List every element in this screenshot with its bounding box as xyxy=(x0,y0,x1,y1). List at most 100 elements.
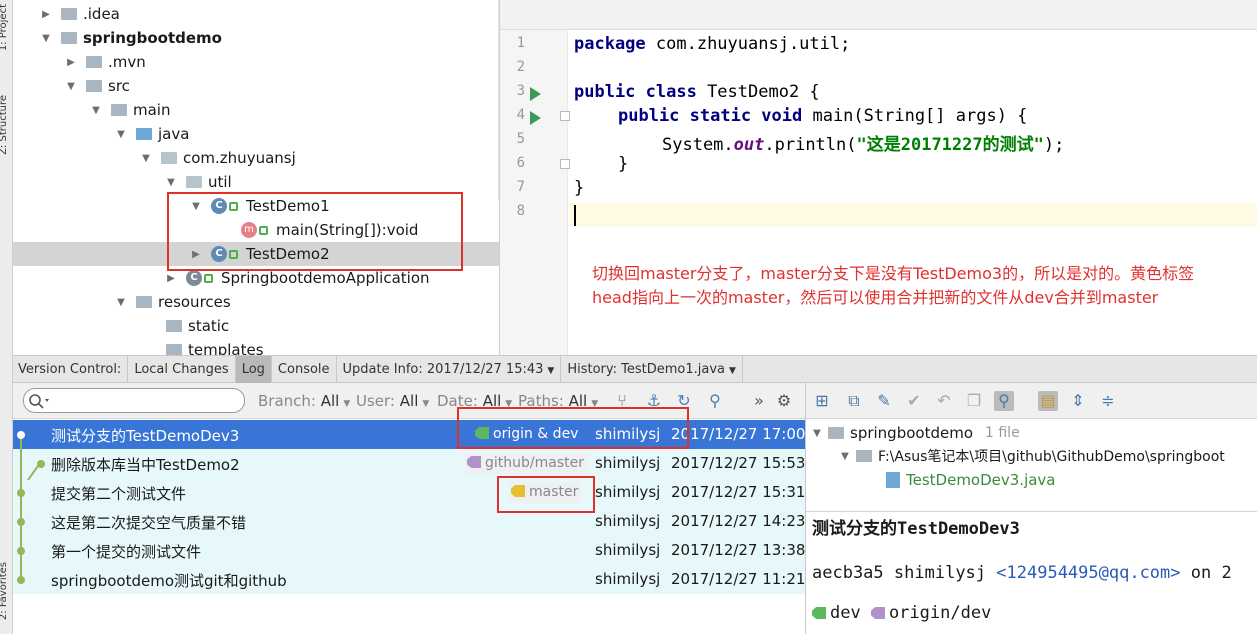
fold-marker-icon[interactable] xyxy=(560,159,570,169)
expand-arrow-icon[interactable]: ▶ xyxy=(41,9,51,20)
tree-row-main[interactable]: ▼ main xyxy=(13,98,499,122)
code-line-4[interactable]: public static void main(String[] args) { xyxy=(618,106,1027,126)
changed-file-row[interactable]: TestDemoDev3.java xyxy=(886,469,1056,491)
code-line-1[interactable]: package com.zhuyuansj.util; xyxy=(574,34,850,54)
branch-filter[interactable]: Branch: All ▼ xyxy=(258,392,350,410)
table-row[interactable]: springbootdemo测试git和github shimilysj 201… xyxy=(13,565,805,594)
expand-arrow-icon[interactable]: ▶ xyxy=(66,57,76,68)
structure-tool-tab[interactable]: Z: Structure xyxy=(0,95,9,155)
file-label: TestDemoDev3.java xyxy=(906,471,1056,489)
tag-icon xyxy=(870,607,885,619)
gear-icon[interactable]: ⚙ xyxy=(775,392,793,410)
tree-row-src[interactable]: ▼ src xyxy=(13,74,499,98)
preview-icon[interactable]: ⚲ xyxy=(994,391,1014,411)
code-line-7[interactable]: } xyxy=(574,178,584,198)
tree-label: main xyxy=(133,101,171,119)
code-line-6[interactable]: } xyxy=(618,154,628,174)
collapse-arrow-icon[interactable]: ▼ xyxy=(116,129,126,140)
project-tool-tab[interactable]: 1: Project xyxy=(0,4,9,51)
tree-row-springbootdemo[interactable]: ▼ springbootdemo xyxy=(13,26,499,50)
favorites-tool-tab[interactable]: 2: Favorites xyxy=(0,562,9,620)
line-number: 7 xyxy=(516,179,525,195)
tree-label: com.zhuyuansj xyxy=(183,149,296,167)
table-row[interactable]: 第一个提交的测试文件 shimilysj 2017/12/27 13:38 xyxy=(13,536,805,565)
code-line-3[interactable]: public class TestDemo2 { xyxy=(574,82,820,102)
tree-row-java[interactable]: ▼ java xyxy=(13,122,499,146)
tree-row-templates[interactable]: templates xyxy=(13,338,499,355)
commit-message: 第一个提交的测试文件 xyxy=(51,543,202,561)
user-filter[interactable]: User: All ▼ xyxy=(356,392,429,410)
expand-arrow-icon[interactable]: ▶ xyxy=(166,273,176,284)
ref-text: github/master xyxy=(485,455,584,471)
chevron-down-icon: ▼ xyxy=(422,399,430,409)
commit-message: springbootdemo测试git和github xyxy=(51,572,287,590)
collapse-all-icon[interactable]: ≑ xyxy=(1098,391,1118,411)
collapse-arrow-icon[interactable]: ▼ xyxy=(812,428,822,439)
tree-row-idea[interactable]: ▶ .idea xyxy=(13,2,499,26)
expand-all-icon[interactable]: ⇕ xyxy=(1068,391,1088,411)
tab-local-changes[interactable]: Local Changes xyxy=(128,355,236,383)
tab-console[interactable]: Console xyxy=(272,355,337,383)
show-diff-icon[interactable]: ⧉ xyxy=(844,391,864,411)
table-row[interactable]: 删除版本库当中TestDemo2 github/master shimilysj… xyxy=(13,449,805,478)
collapse-arrow-icon[interactable]: ▼ xyxy=(91,105,101,116)
copy-icon[interactable]: ❐ xyxy=(964,391,984,411)
tag-icon xyxy=(812,607,826,619)
commit-author: shimilysj xyxy=(595,570,661,588)
code-keyword: public class xyxy=(574,82,697,102)
collapse-arrow-icon[interactable]: ▼ xyxy=(166,177,176,188)
commit-graph-dot xyxy=(17,576,25,584)
tree-label: resources xyxy=(158,293,231,311)
code-text: System. xyxy=(662,135,734,155)
commit-list[interactable]: 测试分支的TestDemoDev3 origin & dev shimilysj… xyxy=(13,407,805,634)
chevron-down-icon: ▼ xyxy=(343,399,351,409)
collapse-arrow-icon[interactable]: ▼ xyxy=(41,33,51,44)
collapse-arrow-icon[interactable]: ▼ xyxy=(141,153,151,164)
commit-graph-dot xyxy=(37,460,45,468)
tree-row-mvn[interactable]: ▶ .mvn xyxy=(13,50,499,74)
commit-date: 2017/12/27 11:21 xyxy=(671,570,806,588)
table-row[interactable]: 提交第二个测试文件 master shimilysj 2017/12/27 15… xyxy=(13,478,805,507)
commit-hash[interactable]: aecb3a5 xyxy=(812,563,884,583)
project-tree[interactable]: ▶ .idea ▼ springbootdemo ▶ .mvn ▼ src ▼ … xyxy=(13,0,499,355)
chevron-down-icon: ▼ xyxy=(729,365,736,376)
changed-root-row[interactable]: ▼ springbootdemo 1 file xyxy=(812,422,1020,444)
revert-icon[interactable]: ↶ xyxy=(934,391,954,411)
module-folder-icon xyxy=(828,427,844,439)
commit-email[interactable]: <124954495@qq.com> xyxy=(996,563,1180,583)
code-keyword: package xyxy=(574,34,646,54)
commit-author: shimilysj xyxy=(595,541,661,559)
folder-icon xyxy=(166,344,182,355)
tree-row-resources[interactable]: ▼ resources xyxy=(13,290,499,314)
tab-update-info[interactable]: Update Info: 2017/12/27 15:43 ▼ xyxy=(337,355,562,383)
run-class-icon[interactable] xyxy=(530,87,541,101)
edit-source-icon[interactable]: ✎ xyxy=(874,391,894,411)
changed-path-row[interactable]: ▼ F:\Asus笔记本\项目\github\GithubDemo\spring… xyxy=(840,445,1225,467)
filter-value: All xyxy=(399,392,419,410)
changed-files-tree[interactable]: ▼ springbootdemo 1 file ▼ F:\Asus笔记本\项目\… xyxy=(806,420,1257,512)
tree-row-static[interactable]: static xyxy=(13,314,499,338)
code-text: ); xyxy=(1043,135,1065,155)
folder-icon xyxy=(61,8,77,20)
tree-row-package[interactable]: ▼ com.zhuyuansj xyxy=(13,146,499,170)
current-line-highlight xyxy=(569,203,1257,227)
tab-log[interactable]: Log xyxy=(235,355,272,383)
table-row[interactable]: 这是第二次提交空气质量不错 shimilysj 2017/12/27 14:23 xyxy=(13,507,805,536)
cherry-pick-icon[interactable]: ✔ xyxy=(904,391,924,411)
fold-marker-icon[interactable] xyxy=(560,111,570,121)
collapse-arrow-icon[interactable]: ▼ xyxy=(66,81,76,92)
run-main-icon[interactable] xyxy=(530,111,541,125)
tree-row-util[interactable]: ▼ util xyxy=(13,170,499,194)
version-control-tab-bar: Version Control: Local Changes Log Conso… xyxy=(13,355,1257,383)
log-search-input[interactable] xyxy=(23,388,245,413)
group-by-directory-icon[interactable]: ⊞ xyxy=(812,391,832,411)
package-view-icon[interactable]: ▤ xyxy=(1038,391,1058,411)
find-icon[interactable]: ⚲ xyxy=(706,392,724,410)
collapse-arrow-icon[interactable]: ▼ xyxy=(840,451,850,462)
commit-refs: dev origin/dev xyxy=(812,603,991,623)
line-number: 4 xyxy=(516,107,525,123)
code-line-5[interactable]: System.out.println("这是20171227的测试"); xyxy=(662,130,1064,155)
collapse-arrow-icon[interactable]: ▼ xyxy=(116,297,126,308)
tab-history[interactable]: History: TestDemo1.java ▼ xyxy=(561,355,743,383)
more-actions-icon[interactable]: » xyxy=(750,392,768,410)
